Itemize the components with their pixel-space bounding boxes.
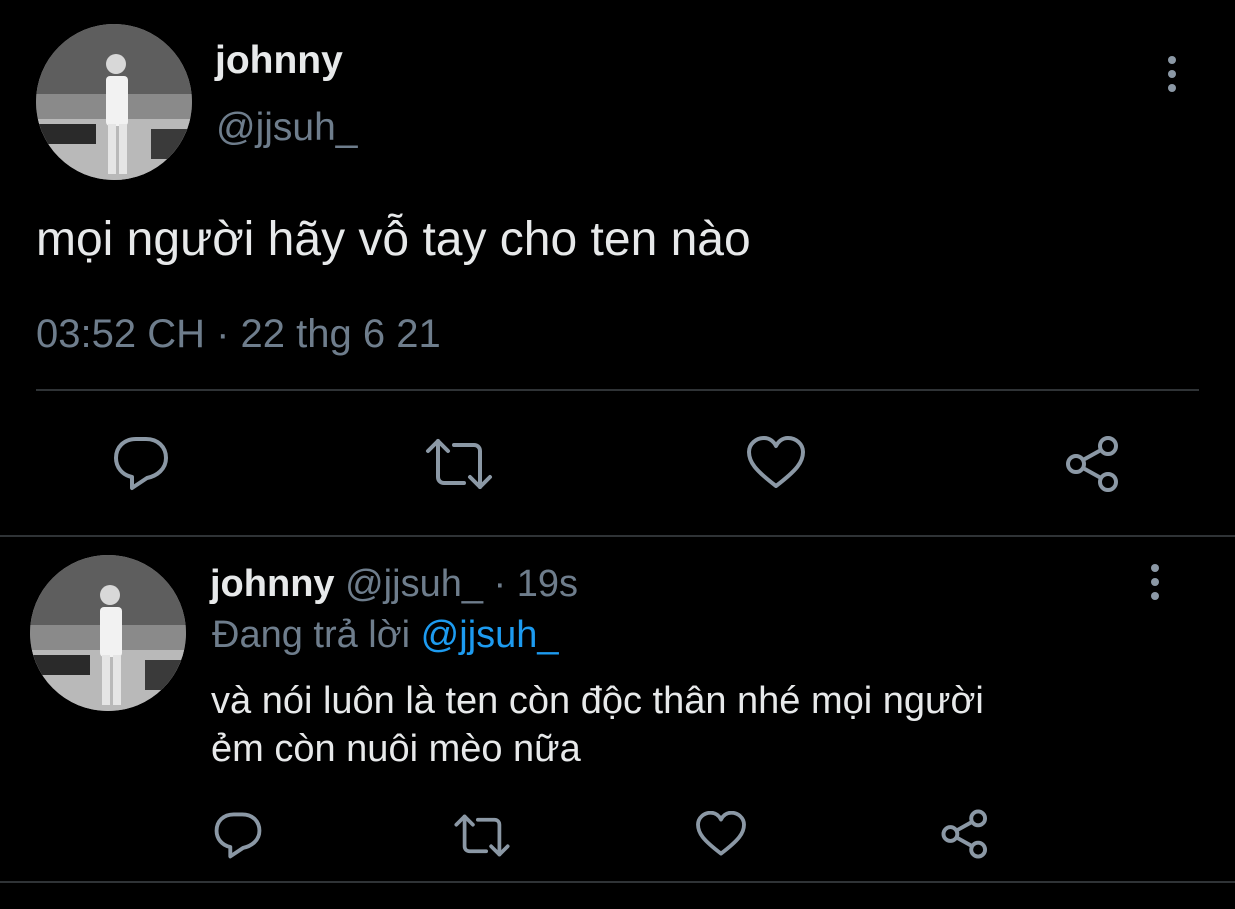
reply-text-line-1: và nói luôn là ten còn độc thân nhé mọi … — [211, 680, 984, 722]
tweet-separator — [0, 535, 1235, 537]
display-name[interactable]: johnny — [210, 563, 335, 605]
like-icon[interactable] — [696, 811, 746, 857]
share-icon[interactable] — [940, 808, 992, 860]
avatar[interactable] — [30, 555, 186, 711]
comment-icon[interactable] — [112, 435, 170, 491]
avatar-photo — [30, 555, 186, 711]
more-options-icon[interactable] — [1162, 56, 1182, 96]
share-icon[interactable] — [1064, 434, 1124, 494]
reply-text-line-2: ẻm còn nuôi mèo nữa — [211, 728, 581, 770]
user-handle[interactable]: @jjsuh_ — [345, 563, 483, 605]
divider — [36, 389, 1199, 391]
comment-icon[interactable] — [213, 811, 263, 859]
retweet-icon[interactable] — [453, 813, 511, 858]
display-name[interactable]: johnny — [215, 38, 343, 84]
retweet-icon[interactable] — [424, 437, 494, 491]
replying-to: Đang trả lời @jjsuh_ — [212, 612, 559, 658]
tweet-timestamp[interactable]: 03:52 CH · 22 thg 6 21 — [36, 310, 441, 358]
reply-header: johnny @jjsuh_ · 19s — [210, 561, 578, 607]
replying-to-handle[interactable]: @jjsuh_ — [421, 614, 559, 656]
replying-prefix: Đang trả lời — [212, 614, 411, 656]
user-handle[interactable]: @jjsuh_ — [216, 105, 358, 151]
more-options-icon[interactable] — [1145, 564, 1165, 604]
avatar[interactable] — [36, 24, 192, 180]
tweet-text: mọi người hãy vỗ tay cho ten nào — [36, 213, 751, 266]
bottom-divider — [0, 881, 1235, 883]
like-icon[interactable] — [747, 436, 805, 490]
avatar-photo — [36, 24, 192, 180]
relative-time[interactable]: · 19s — [494, 563, 578, 605]
